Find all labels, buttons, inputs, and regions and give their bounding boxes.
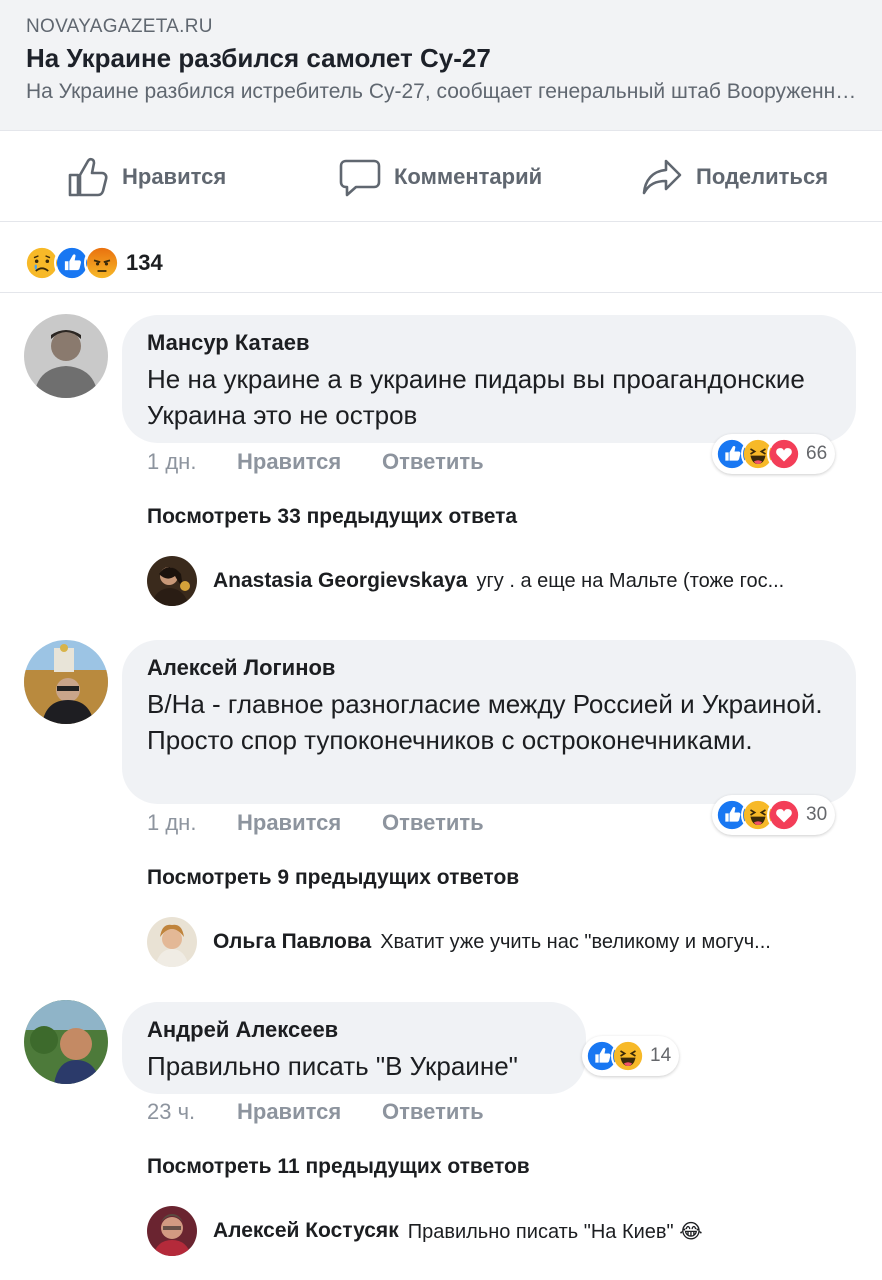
link-description: На Украине разбился истребитель Су-27, с… [26, 80, 858, 103]
comment-text: Правильно писать "В Украине" [147, 1051, 518, 1081]
comment-reactions[interactable]: 30 [712, 795, 836, 835]
share-arrow-icon [642, 159, 682, 195]
reply-preview[interactable]: Anastasia Georgievskaya угу . а еще на М… [147, 555, 847, 607]
avatar[interactable] [24, 1000, 108, 1084]
view-more-replies[interactable]: Посмотреть 11 предыдущих ответов [147, 1155, 530, 1179]
share-button[interactable]: Поделиться [640, 131, 828, 223]
comment-label: Комментарий [394, 164, 543, 189]
reply-text: угу . а еще на Мальте (тоже гос... [476, 569, 785, 592]
haha-icon [611, 1039, 645, 1073]
avatar[interactable] [24, 314, 108, 398]
speech-bubble-icon [339, 159, 381, 197]
reply-text: Хватит уже учить нас "великому и могуч..… [380, 930, 771, 953]
reply-text: Правильно писать "На Киев" 😂 [407, 1220, 703, 1243]
comment-reply-button[interactable]: Ответить [382, 810, 484, 836]
comment-like-button[interactable]: Нравится [237, 1099, 382, 1125]
reaction-count: 30 [806, 804, 828, 825]
avatar[interactable] [147, 556, 197, 606]
comment-text: Не на украине а в украине пидары вы проа… [147, 364, 805, 430]
comment-author[interactable]: Андрей Алексеев [147, 1016, 562, 1044]
link-title: На Украине разбился самолет Су-27 [26, 43, 491, 73]
reply-author[interactable]: Anastasia Georgievskaya [213, 569, 467, 593]
share-label: Поделиться [696, 164, 829, 189]
avatar[interactable] [147, 917, 197, 967]
comment-meta: 1 дн. Нравится Ответить [147, 810, 484, 836]
love-icon [767, 798, 801, 832]
reply-preview[interactable]: Алексей Костусяк Правильно писать "На Ки… [147, 1205, 847, 1257]
comment-bubble[interactable]: Мансур Катаев Не на украине а в украине … [122, 315, 856, 443]
avatar[interactable] [147, 1206, 197, 1256]
like-button[interactable]: Нравится [66, 131, 226, 223]
like-label: Нравится [122, 164, 227, 189]
post-action-bar: Нравится Комментарий Поделиться [0, 130, 882, 222]
comment-button[interactable]: Комментарий [338, 131, 542, 223]
reply-author[interactable]: Ольга Павлова [213, 930, 371, 954]
angry-icon [84, 245, 120, 281]
comment-like-button[interactable]: Нравится [237, 449, 382, 475]
comment-reply-button[interactable]: Ответить [382, 449, 484, 475]
comment-author[interactable]: Алексей Логинов [147, 654, 832, 682]
love-icon [767, 437, 801, 471]
reaction-count: 14 [650, 1045, 672, 1066]
reaction-count[interactable]: 134 [126, 250, 163, 276]
comment-meta: 23 ч. Нравится Ответить [147, 1099, 484, 1125]
comment-reactions[interactable]: 66 [712, 434, 836, 474]
divider [0, 292, 882, 293]
comment-time[interactable]: 1 дн. [147, 810, 237, 836]
comment-like-button[interactable]: Нравится [237, 810, 382, 836]
reactions-summary[interactable]: 134 [24, 245, 163, 281]
view-more-replies[interactable]: Посмотреть 33 предыдущих ответа [147, 505, 517, 529]
thumbs-up-icon [68, 157, 108, 197]
comment-reactions[interactable]: 14 [582, 1036, 680, 1076]
reaction-count: 66 [806, 443, 828, 464]
comment-bubble[interactable]: Андрей Алексеев Правильно писать "В Укра… [122, 1002, 586, 1094]
comment-bubble[interactable]: Алексей Логинов В/На - главное разноглас… [122, 640, 856, 804]
avatar[interactable] [24, 640, 108, 724]
reply-author[interactable]: Алексей Костусяк [213, 1219, 399, 1243]
view-more-replies[interactable]: Посмотреть 9 предыдущих ответов [147, 866, 519, 890]
comment-author[interactable]: Мансур Катаев [147, 329, 832, 357]
comment-reply-button[interactable]: Ответить [382, 1099, 484, 1125]
comment-time[interactable]: 23 ч. [147, 1099, 237, 1125]
link-preview[interactable]: NOVAYAGAZETA.RU На Украине разбился само… [0, 0, 882, 130]
comment-meta: 1 дн. Нравится Ответить [147, 449, 484, 475]
comment-text: В/На - главное разногласие между Россией… [147, 689, 823, 755]
link-domain: NOVAYAGAZETA.RU [26, 16, 213, 37]
comment-time[interactable]: 1 дн. [147, 449, 237, 475]
reply-preview[interactable]: Ольга Павлова Хватит уже учить нас "вели… [147, 916, 847, 968]
